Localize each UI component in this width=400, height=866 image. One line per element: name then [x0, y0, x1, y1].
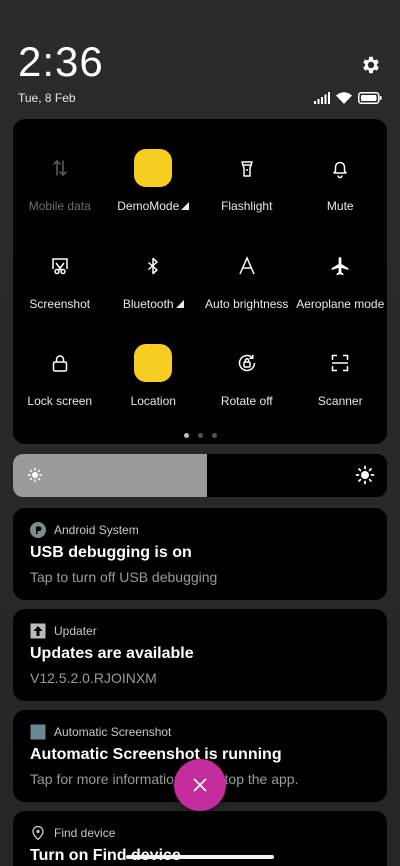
page-dot — [183, 433, 189, 438]
bluetooth-icon — [134, 247, 172, 285]
tile-label-wrap: Bluetooth — [123, 297, 184, 311]
tile-label: Aeroplane mode — [296, 296, 385, 311]
notification-app: Automatic Screenshot — [30, 724, 171, 740]
expand-triangle-icon — [175, 299, 184, 308]
tile-rotate-off[interactable]: Rotate off — [200, 314, 294, 412]
tile-mobile-data[interactable]: Mobile data — [13, 119, 107, 217]
tile-bluetooth[interactable]: Bluetooth — [107, 217, 201, 315]
page-dot — [197, 433, 203, 438]
clock: 2:36 — [18, 38, 104, 85]
find-device-icon — [32, 825, 44, 841]
notification-body: V12.5.2.0.RJOINXM — [30, 670, 157, 686]
notification-title: Automatic Screenshot is running — [30, 746, 282, 763]
battery-icon — [358, 92, 382, 104]
tile-label: Mobile data — [28, 199, 91, 213]
tile-location[interactable]: Location — [107, 314, 201, 412]
tile-auto-brightness[interactable]: Auto brightness — [200, 217, 294, 315]
page-indicator — [13, 433, 387, 438]
notification-updater[interactable]: Updater Updates are available V12.5.2.0.… — [13, 609, 387, 701]
tile-label: Bluetooth — [122, 296, 174, 311]
clear-notifications-button[interactable] — [174, 759, 226, 811]
rotate-icon — [228, 344, 266, 382]
scanner-icon — [321, 344, 359, 382]
tile-label: Mute — [326, 199, 354, 213]
android-system-icon — [30, 522, 46, 538]
updater-icon — [30, 623, 46, 639]
close-icon — [193, 778, 207, 792]
notification-usb-debugging[interactable]: Android System USB debugging is on Tap t… — [13, 508, 387, 600]
airplane-icon — [321, 247, 359, 285]
tile-label: Auto brightness — [205, 296, 289, 311]
notification-title: USB debugging is on — [30, 544, 192, 561]
tile-label: Rotate off — [220, 394, 273, 408]
demo-mode-icon — [134, 149, 173, 187]
notification-app: Updater — [30, 623, 97, 639]
notification-body: Tap to turn off USB debugging — [30, 569, 218, 585]
tile-scanner[interactable]: Scanner — [294, 314, 388, 412]
wifi-icon — [336, 92, 352, 104]
notification-app-name: Android System — [54, 523, 139, 537]
tile-label: Location — [130, 394, 176, 408]
notification-title: Updates are available — [30, 645, 194, 662]
notification-shade: 2:36 Tue, 8 Feb Mobile data DemoMode Fla… — [0, 0, 400, 866]
notification-app-name: Updater — [54, 624, 97, 638]
status-icons — [314, 91, 382, 105]
brightness-high-icon — [355, 465, 375, 485]
notification-body: Tap for more information or to stop the … — [30, 771, 299, 787]
screenshot-icon — [41, 247, 79, 285]
bell-icon — [321, 149, 359, 187]
notification-app: Android System — [30, 522, 139, 538]
tile-demo-mode[interactable]: DemoMode — [107, 119, 201, 217]
tile-label-wrap: DemoMode — [117, 199, 190, 213]
home-indicator[interactable] — [126, 855, 274, 859]
tile-mute[interactable]: Mute — [294, 119, 388, 217]
tile-label: Screenshot — [29, 296, 91, 311]
brightness-slider[interactable] — [13, 454, 387, 497]
tile-label: Flashlight — [221, 199, 273, 213]
location-icon — [134, 344, 173, 382]
notification-app: Find device — [30, 825, 115, 841]
tile-label: Scanner — [317, 394, 363, 408]
quick-settings-grid: Mobile data DemoMode Flashlight Mute Scr… — [13, 119, 387, 412]
automatic-screenshot-icon — [30, 724, 46, 740]
tile-label: Lock screen — [27, 394, 93, 408]
quick-settings-panel: Mobile data DemoMode Flashlight Mute Scr… — [13, 119, 387, 444]
brightness-low-icon — [27, 467, 43, 483]
signal-icon — [314, 92, 330, 104]
notification-app-name: Find device — [54, 826, 116, 840]
expand-triangle-icon — [181, 202, 190, 210]
mobile-data-icon — [41, 149, 79, 187]
flashlight-icon — [228, 149, 266, 187]
tile-aeroplane-mode[interactable]: Aeroplane mode — [294, 217, 388, 315]
gear-icon[interactable] — [360, 54, 382, 76]
page-dot — [211, 433, 217, 438]
tile-label: DemoMode — [117, 199, 180, 213]
date: Tue, 8 Feb — [18, 91, 76, 105]
tile-lock-screen[interactable]: Lock screen — [13, 314, 107, 412]
auto-brightness-icon — [228, 247, 266, 285]
tile-flashlight[interactable]: Flashlight — [200, 119, 294, 217]
tile-screenshot[interactable]: Screenshot — [13, 217, 107, 315]
lock-icon — [41, 344, 79, 382]
notification-app-name: Automatic Screenshot — [54, 725, 172, 739]
